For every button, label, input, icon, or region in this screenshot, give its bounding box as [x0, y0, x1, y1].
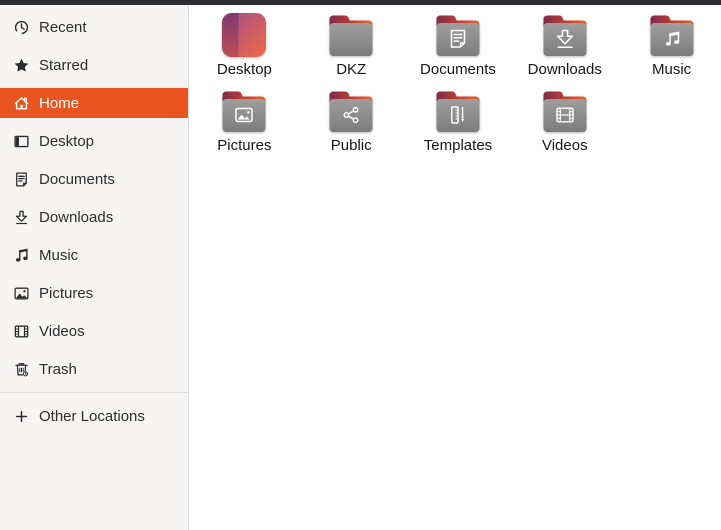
folder-templates[interactable]: Templates [405, 84, 512, 160]
sidebar-item-label: Music [39, 246, 79, 264]
folder-label: Documents [420, 62, 496, 78]
folder-label: Downloads [527, 62, 602, 78]
folder-label: Templates [423, 138, 493, 154]
folder-icon [326, 8, 376, 58]
sidebar-separator [0, 392, 188, 393]
folder-icon [433, 8, 483, 58]
sidebar-item-downloads[interactable]: Downloads [0, 202, 188, 232]
sidebar-item-label: Starred [39, 56, 89, 74]
folder-label: Desktop [216, 62, 272, 78]
folder-videos[interactable]: Videos [511, 84, 618, 160]
sidebar-item-pictures[interactable]: Pictures [0, 278, 188, 308]
desktop-special-icon [219, 8, 269, 58]
sidebar-item-label: Documents [39, 170, 115, 188]
folder-icon [326, 84, 376, 134]
sidebar-item-label: Other Locations [39, 407, 145, 425]
folder-downloads[interactable]: Downloads [511, 8, 618, 84]
plus-icon [13, 408, 30, 425]
folder-label: Videos [541, 138, 588, 154]
folder-icon [433, 84, 483, 134]
recent-icon [13, 19, 30, 36]
sidebar-item-desktop[interactable]: Desktop [0, 126, 188, 156]
downloads-icon [13, 209, 30, 226]
sidebar-item-label: Pictures [39, 284, 94, 302]
folder-label: DKZ [336, 62, 367, 78]
folder-pictures[interactable]: Pictures [191, 84, 298, 160]
sidebar-item-label: Desktop [39, 132, 95, 150]
folder-music[interactable]: Music [618, 8, 721, 84]
folder-dkz[interactable]: DKZ [298, 8, 405, 84]
sidebar-item-label: Downloads [39, 208, 114, 226]
sidebar-item-videos[interactable]: Videos [0, 316, 188, 346]
sidebar-item-trash[interactable]: Trash [0, 354, 188, 384]
documents-icon [13, 171, 30, 188]
folder-icon [219, 84, 269, 134]
sidebar-item-documents[interactable]: Documents [0, 164, 188, 194]
sidebar-item-label: Home [39, 94, 80, 112]
sidebar: Recent Starred Home Desktop Documents Downloa… [0, 5, 189, 530]
desktop-icon [13, 133, 30, 150]
file-grid: Desktop DKZ Documents Downloads Music Picture… [191, 8, 721, 160]
sidebar-item-music[interactable]: Music [0, 240, 188, 270]
sidebar-item-label: Videos [39, 322, 85, 340]
folder-public[interactable]: Public [298, 84, 405, 160]
folder-desktop[interactable]: Desktop [191, 8, 298, 84]
star-icon [13, 57, 30, 74]
main-content-area: Desktop DKZ Documents Downloads Music Picture… [189, 5, 721, 530]
folder-label: Public [330, 138, 372, 154]
sidebar-item-other-locations[interactable]: Other Locations [0, 401, 188, 431]
home-icon [13, 95, 30, 112]
folder-icon [647, 8, 697, 58]
sidebar-item-recent[interactable]: Recent [0, 12, 188, 42]
sidebar-item-label: Recent [39, 18, 87, 36]
folder-icon [540, 84, 590, 134]
trash-icon [13, 361, 30, 378]
folder-icon [540, 8, 590, 58]
sidebar-item-label: Trash [39, 360, 77, 378]
music-icon [13, 247, 30, 264]
sidebar-item-home[interactable]: Home [0, 88, 188, 118]
pictures-icon [13, 285, 30, 302]
videos-icon [13, 323, 30, 340]
folder-label: Music [652, 62, 692, 78]
folder-label: Pictures [217, 138, 272, 154]
file-manager-window: Recent Starred Home Desktop Documents Downloa… [0, 5, 721, 530]
sidebar-item-starred[interactable]: Starred [0, 50, 188, 80]
folder-documents[interactable]: Documents [405, 8, 512, 84]
